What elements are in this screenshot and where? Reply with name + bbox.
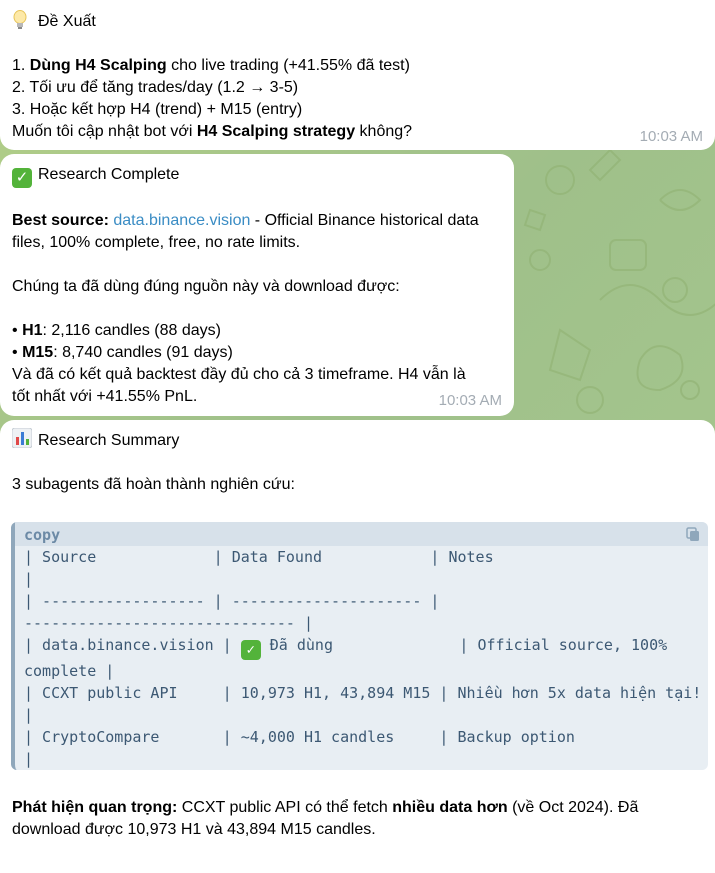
message-title: Đề Xuất	[38, 13, 96, 30]
suggestion-item-2: 2. Tối ưu để tăng trades/day (1.2 → 3-5)	[12, 79, 299, 96]
m15-bullet: • M15: 8,740 candles (91 days)	[12, 344, 233, 361]
code-line: |	[24, 570, 34, 588]
code-language-label: copy	[24, 526, 61, 544]
code-block[interactable]: copy | Source | Data Found | Notes | | -…	[11, 522, 708, 770]
suggestion-item-1: 1. Dùng H4 Scalping cho live trading (+4…	[12, 57, 410, 74]
source-link[interactable]: data.binance.vision	[113, 212, 250, 229]
message-title-line: Đề Xuất	[12, 10, 703, 33]
best-source-line: Best source: data.binance.vision - Offic…	[12, 212, 479, 229]
result-line-1: Và đã có kết quả backtest đầy đủ cho cả …	[12, 366, 466, 383]
code-line: | data.binance.vision | ✓ Đã dùng | Offi…	[24, 636, 668, 660]
best-source-line-2: files, 100% complete, free, no rate limi…	[12, 234, 301, 251]
suggestion-item-3: 3. Hoặc kết hợp H4 (trend) + M15 (entry)	[12, 101, 303, 118]
h1-bullet: • H1: 2,116 candles (88 days)	[12, 322, 221, 339]
message-title: Research Summary	[38, 432, 180, 449]
lightbulb-icon	[13, 10, 27, 29]
code-line: ------------------------------ |	[24, 614, 313, 632]
message-bubble-research-complete[interactable]: ✓ Research Complete Best source: data.bin…	[0, 154, 514, 416]
copy-icon[interactable]	[686, 527, 700, 542]
suggestion-question: Muốn tôi cập nhật bot với H4 Scalping st…	[12, 123, 413, 140]
message-title-line: ✓ Research Complete	[12, 164, 502, 188]
finding-paragraph: Phát hiện quan trọng: CCXT public API có…	[12, 797, 702, 841]
finding-line-2: download được 10,973 H1 và 43,894 M15 ca…	[12, 821, 376, 838]
message-bubble-suggestion[interactable]: Đề Xuất 1. Dùng H4 Scalping cho live tra…	[0, 0, 715, 150]
code-line: | ------------------ | -----------------…	[24, 592, 440, 610]
summary-intro: 3 subagents đã hoàn thành nghiên cứu:	[12, 476, 295, 493]
message-title: Research Complete	[38, 166, 180, 183]
code-line: | CCXT public API | 10,973 H1, 43,894 M1…	[24, 684, 702, 702]
code-line: | CryptoCompare | ~4,000 H1 candles | Ba…	[24, 728, 575, 746]
code-line: | Source | Data Found | Notes	[24, 548, 494, 566]
finding-label: Phát hiện quan trọng:	[12, 799, 178, 816]
check-mark-icon: ✓	[12, 168, 32, 188]
message-bubble-research-summary[interactable]: Research Summary 3 subagents đã hoàn thà…	[0, 420, 715, 873]
message-timestamp: 10:03 AM	[438, 392, 502, 409]
code-line: |	[24, 706, 34, 724]
code-line: |	[24, 750, 34, 768]
used-source-line: Chúng ta đã dùng đúng nguồn này và downl…	[12, 278, 400, 295]
check-mark-icon: ✓	[240, 640, 261, 660]
message-timestamp: 10:03 AM	[639, 128, 703, 145]
result-line-2: tốt nhất với +41.55% PnL.	[12, 388, 198, 405]
message-title-line: Research Summary	[12, 428, 703, 452]
bar-chart-icon	[12, 428, 32, 448]
code-line: complete |	[24, 662, 115, 680]
